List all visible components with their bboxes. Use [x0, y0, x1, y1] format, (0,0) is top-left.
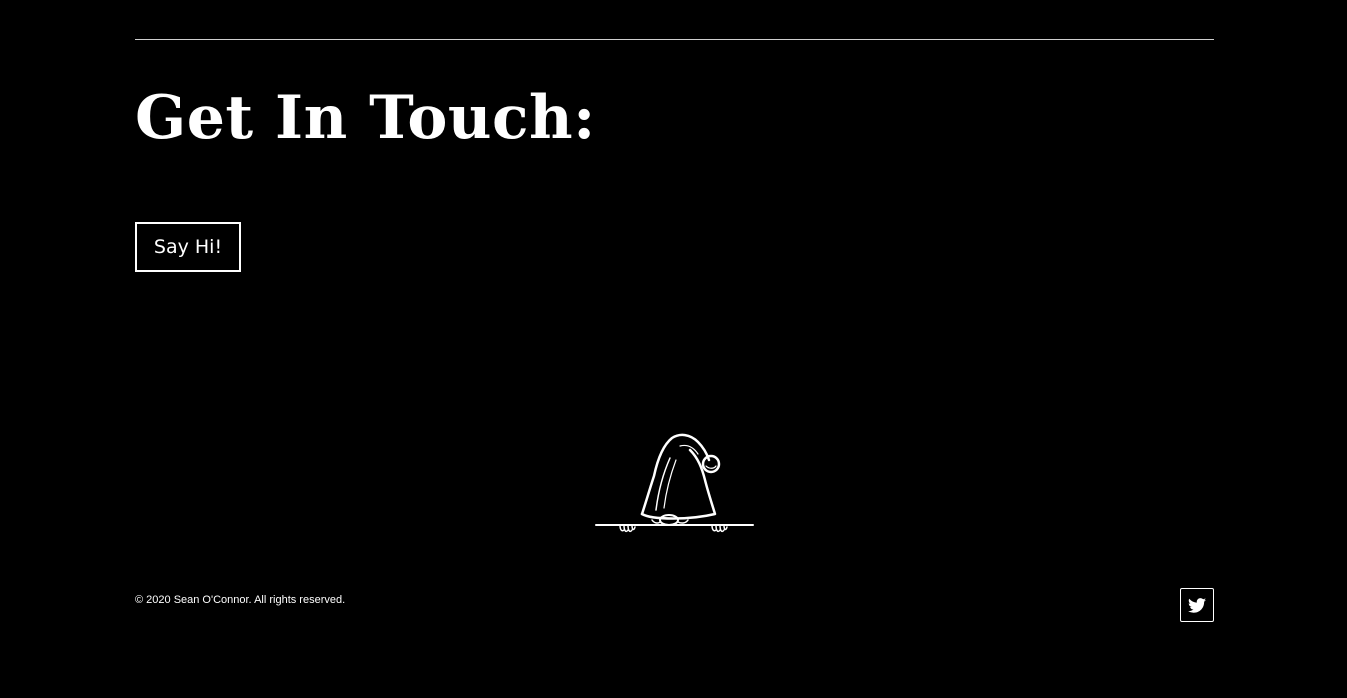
twitter-icon: [1188, 597, 1206, 613]
top-divider: [135, 39, 1214, 40]
page: Get In Touch: Say Hi! © 2020 Sean O'Conn…: [0, 0, 1347, 698]
twitter-link[interactable]: [1180, 588, 1214, 622]
copyright-text: © 2020 Sean O'Connor. All rights reserve…: [135, 594, 346, 606]
say-hi-button[interactable]: Say Hi!: [135, 222, 241, 272]
peeking-gnome-icon: [594, 430, 756, 536]
contact-heading: Get In Touch:: [135, 83, 596, 153]
